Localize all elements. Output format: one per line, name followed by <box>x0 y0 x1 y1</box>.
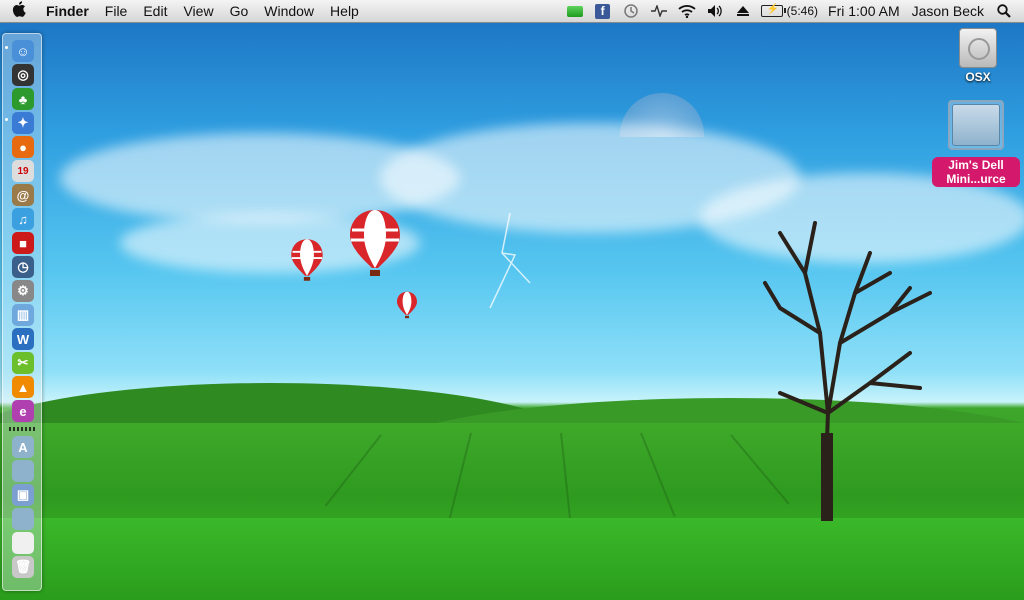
dock-item-time-machine[interactable]: ◷ <box>12 256 34 278</box>
bare-tree-graphic <box>763 221 932 521</box>
chart-icon: ▥ <box>16 307 30 322</box>
dock-item-preview[interactable]: ▣ <box>12 484 34 506</box>
grass-foreground <box>0 518 1024 600</box>
dock-item-vlc[interactable]: ▲ <box>12 376 34 398</box>
calendar-icon: 19 <box>17 165 29 177</box>
applications-folder-icon: A <box>18 439 28 455</box>
menu-edit[interactable]: Edit <box>135 0 175 22</box>
running-indicator <box>5 118 8 121</box>
dock-item-documents-folder[interactable] <box>12 460 34 482</box>
dock-item-trash[interactable]: 🗑 <box>12 556 34 578</box>
hot-air-balloon <box>291 239 323 281</box>
running-indicator <box>5 46 8 49</box>
desktop-wallpaper <box>0 23 1024 600</box>
app-menu-finder[interactable]: Finder <box>38 0 97 22</box>
menu-go[interactable]: Go <box>222 0 257 22</box>
dock-item-safari[interactable]: ✦ <box>12 112 34 134</box>
dock-item-tree-app[interactable]: ♣ <box>12 88 34 110</box>
finder-icon: ☺ <box>16 43 30 59</box>
hot-air-balloon <box>397 291 417 319</box>
activity-monitor-icon[interactable] <box>649 3 669 19</box>
dock-separator <box>9 427 35 431</box>
battery-time: (5:46) <box>786 4 819 18</box>
apple-menu-icon[interactable] <box>0 0 38 22</box>
dock-item-dashboard[interactable]: ◎ <box>12 64 34 86</box>
dock-item-downloads-folder[interactable] <box>12 508 34 530</box>
facebook-label: f <box>595 3 611 19</box>
facebook-icon[interactable]: f <box>593 3 613 19</box>
dashboard-icon: ◎ <box>17 67 29 82</box>
battery-status[interactable]: ⚡ (5:46) <box>760 4 819 18</box>
safari-icon: ✦ <box>17 115 29 130</box>
limewire-icon: ✂ <box>17 355 29 370</box>
dock-item-system-preferences[interactable]: ⚙ <box>12 280 34 302</box>
dock-item-firefox[interactable]: ● <box>12 136 34 158</box>
messenger-icon: e <box>19 403 27 419</box>
itunes-icon: ♫ <box>18 211 28 227</box>
eject-icon[interactable] <box>733 3 753 19</box>
folder-icon <box>952 104 1000 146</box>
menubar-clock[interactable]: Fri 1:00 AM <box>828 3 900 19</box>
dock-item-activity-chart[interactable]: ▥ <box>12 304 34 326</box>
spotlight-search-icon[interactable] <box>994 3 1014 19</box>
menu-window[interactable]: Window <box>256 0 322 22</box>
fast-user-switch[interactable]: Jason Beck <box>912 3 984 19</box>
trash-icon: 🗑 <box>14 559 32 574</box>
gear-icon: ⚙ <box>17 283 29 298</box>
time-machine-dock-icon: ◷ <box>17 259 29 274</box>
desktop-icon-osx[interactable]: OSX <box>950 28 1006 84</box>
battery-icon: ⚡ <box>760 4 786 17</box>
label-line-1: Jim's Dell <box>948 158 1004 172</box>
green-drive-status-icon[interactable] <box>565 3 585 19</box>
wifi-icon[interactable] <box>677 3 697 19</box>
hard-drive-icon <box>959 28 997 68</box>
selection-highlight <box>948 100 1004 150</box>
time-machine-icon[interactable] <box>621 3 641 19</box>
dock-item-itunes[interactable]: ♫ <box>12 208 34 230</box>
firefox-icon: ● <box>19 139 27 155</box>
word-icon: W <box>16 331 30 347</box>
label-line-2: Mini...urce <box>946 172 1006 186</box>
menu-bar: Finder File Edit View Go Window Help f ⚡… <box>0 0 1024 23</box>
dock-item-address-book[interactable]: @ <box>12 184 34 206</box>
dock-item-stack[interactable] <box>12 532 34 554</box>
desktop-icon-jims-dell-mini[interactable]: Jim's Dell Mini...urce <box>932 100 1020 187</box>
dock-item-ical[interactable]: 19 <box>12 160 34 182</box>
volume-icon[interactable] <box>705 3 725 19</box>
dock-item-photo-booth[interactable]: ■ <box>12 232 34 254</box>
dock-item-messenger[interactable]: e <box>12 400 34 422</box>
dock-item-word[interactable]: W <box>12 328 34 350</box>
menu-file[interactable]: File <box>97 0 136 22</box>
hot-air-balloon <box>350 210 400 276</box>
dock-item-applications-folder[interactable]: A <box>12 436 34 458</box>
address-book-icon: @ <box>16 187 30 203</box>
photo-booth-icon: ■ <box>19 235 27 251</box>
lightning-graphic <box>489 213 531 309</box>
tree-icon: ♣ <box>18 91 28 107</box>
menu-help[interactable]: Help <box>322 0 367 22</box>
dock: ☺ ◎ ♣ ✦ ● 19 @ ♫ ■ ◷ ⚙ ▥ W ✂ ▲ e A ▣ 🗑 <box>2 33 42 591</box>
desktop-icon-label-selected: Jim's Dell Mini...urce <box>932 157 1020 187</box>
desktop-icon-label: OSX <box>965 70 991 84</box>
menu-view[interactable]: View <box>175 0 221 22</box>
dock-item-limewire[interactable]: ✂ <box>12 352 34 374</box>
preview-icon: ▣ <box>16 487 30 502</box>
dock-item-finder[interactable]: ☺ <box>12 40 34 62</box>
vlc-cone-icon: ▲ <box>16 379 30 395</box>
